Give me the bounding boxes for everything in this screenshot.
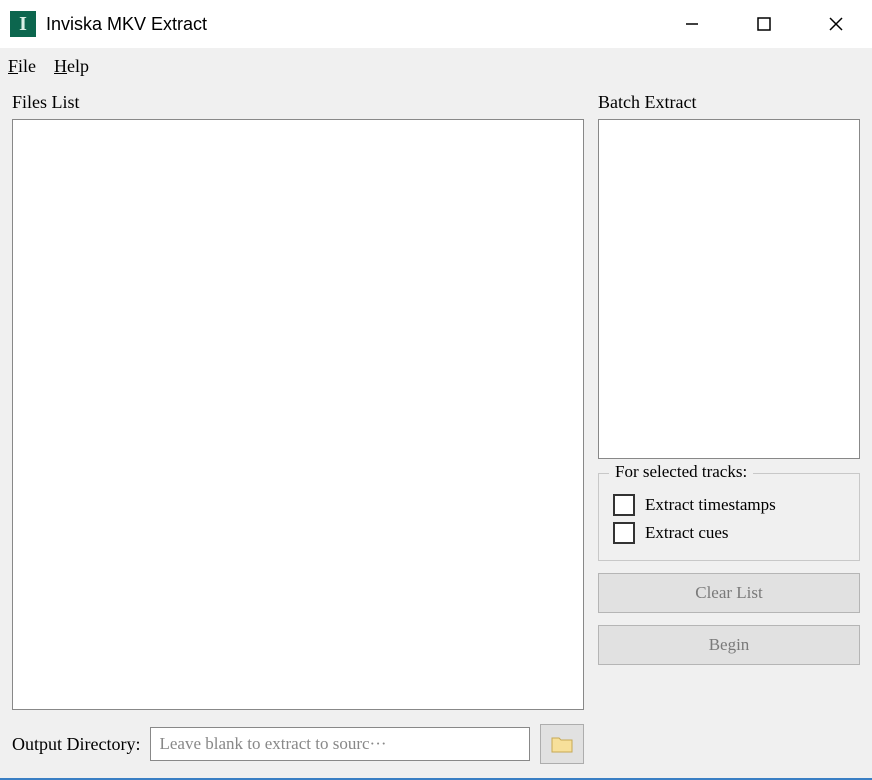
menu-help-rest: elp (67, 56, 89, 76)
extract-cues-row[interactable]: Extract cues (613, 522, 849, 544)
extract-cues-label: Extract cues (645, 523, 729, 543)
window-title: Inviska MKV Extract (46, 14, 207, 35)
app-icon-letter: I (19, 13, 27, 36)
maximize-button[interactable] (728, 0, 800, 48)
folder-icon (551, 735, 573, 753)
extract-timestamps-row[interactable]: Extract timestamps (613, 494, 849, 516)
extract-cues-checkbox[interactable] (613, 522, 635, 544)
batch-extract-label: Batch Extract (598, 92, 860, 113)
left-column: Files List Output Directory: Leave blank… (12, 92, 584, 764)
menu-file-rest: ile (18, 56, 36, 76)
menubar: File Help (0, 48, 872, 84)
begin-button[interactable]: Begin (598, 625, 860, 665)
minimize-icon (684, 16, 700, 32)
selected-tracks-group: For selected tracks: Extract timestamps … (598, 473, 860, 561)
extract-timestamps-checkbox[interactable] (613, 494, 635, 516)
files-list-box[interactable] (12, 119, 584, 710)
close-icon (828, 16, 844, 32)
menu-help[interactable]: Help (54, 56, 89, 77)
content-area: Files List Output Directory: Leave blank… (0, 84, 872, 778)
maximize-icon (756, 16, 772, 32)
clear-list-button[interactable]: Clear List (598, 573, 860, 613)
output-directory-input[interactable]: Leave blank to extract to sourc··· (150, 727, 530, 761)
batch-extract-box[interactable] (598, 119, 860, 459)
right-column: Batch Extract For selected tracks: Extra… (598, 92, 860, 764)
browse-button[interactable] (540, 724, 584, 764)
output-row: Output Directory: Leave blank to extract… (12, 724, 584, 764)
minimize-button[interactable] (656, 0, 728, 48)
menu-file[interactable]: File (8, 56, 36, 77)
close-button[interactable] (800, 0, 872, 48)
window-controls (656, 0, 872, 48)
titlebar: I Inviska MKV Extract (0, 0, 872, 48)
begin-label: Begin (709, 635, 750, 655)
files-list-label: Files List (12, 92, 584, 113)
output-directory-placeholder: Leave blank to extract to sourc··· (159, 734, 386, 754)
group-title: For selected tracks: (609, 462, 753, 482)
app-icon: I (10, 11, 36, 37)
app-window: I Inviska MKV Extract File Help Files Li… (0, 0, 872, 780)
extract-timestamps-label: Extract timestamps (645, 495, 776, 515)
clear-list-label: Clear List (695, 583, 763, 603)
output-directory-label: Output Directory: (12, 734, 140, 755)
